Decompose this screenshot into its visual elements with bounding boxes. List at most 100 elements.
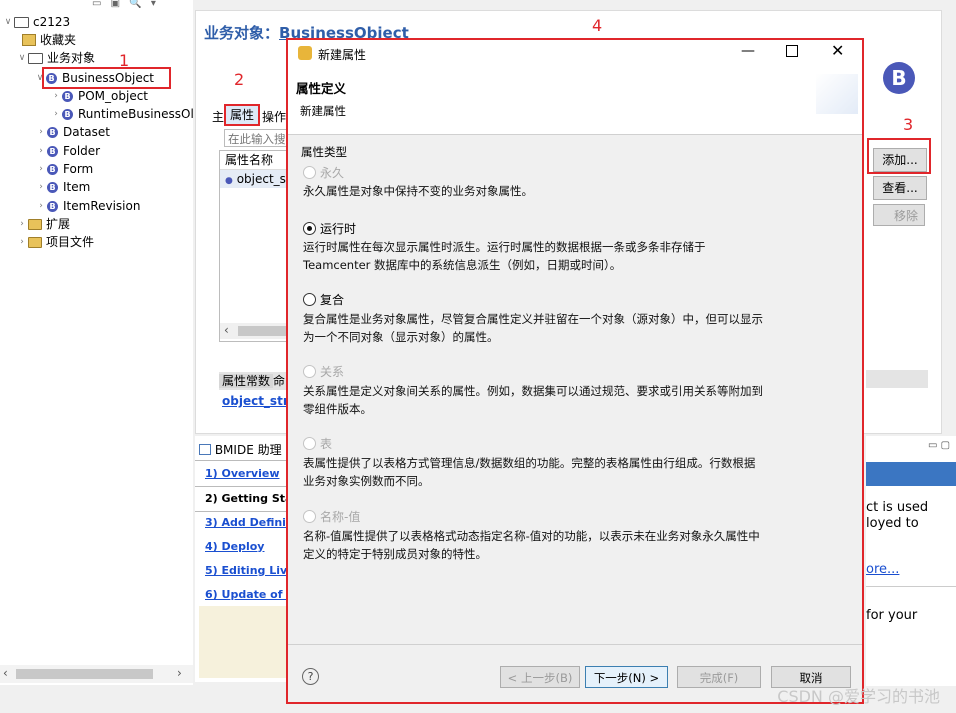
maximize-icon[interactable] — [786, 45, 798, 57]
minimize-maximize-icons[interactable]: ▭ ▢ — [928, 440, 950, 451]
folder-icon — [28, 218, 42, 230]
tree-node-pom-object[interactable]: › B POM_object — [50, 87, 148, 105]
folder-open-icon — [28, 52, 43, 64]
chevron-right-icon[interactable]: › — [35, 123, 47, 141]
option-description: 复合属性是业务对象属性，尽管复合属性定义并驻留在一个对象（源对象）中，但可以显示… — [303, 312, 763, 344]
business-object-icon: B — [47, 163, 58, 175]
tree-node-root[interactable]: ∨ c2123 — [2, 13, 70, 31]
chevron-right-icon[interactable]: › — [35, 142, 47, 160]
folder-icon — [28, 236, 42, 248]
remove-button[interactable]: 移除 — [873, 204, 925, 226]
minimize-icon[interactable]: — — [741, 43, 755, 59]
scrollbar-thumb[interactable] — [238, 326, 286, 336]
divider — [195, 460, 287, 461]
chevron-right-icon[interactable]: › — [16, 215, 28, 233]
bmide-assistant-panel: BMIDE 助理 1) Overview 2) Getting Star 3) … — [195, 436, 298, 682]
tree-node-extensions[interactable]: › 扩展 — [16, 215, 70, 233]
tree-node-label: Folder — [63, 144, 101, 158]
wizard-banner-graphic — [816, 74, 858, 114]
radio-compound[interactable]: 复合 — [303, 291, 344, 308]
radio-table[interactable]: 表 — [303, 435, 332, 452]
tree-node-label: Dataset — [63, 125, 110, 139]
chevron-right-icon[interactable]: › — [16, 233, 28, 251]
view-button[interactable]: 查看... — [873, 176, 927, 200]
help-content-banner — [866, 462, 956, 486]
add-button[interactable]: 添加... — [873, 148, 927, 172]
help-panel-footer — [199, 606, 287, 678]
help-more-link[interactable]: ore... — [866, 562, 899, 577]
subtab-next[interactable]: 命 — [273, 374, 285, 388]
tree-node-label: 扩展 — [46, 217, 71, 231]
close-icon[interactable]: ✕ — [831, 41, 844, 60]
tab-operations[interactable]: 操作 — [262, 108, 286, 125]
chevron-down-icon[interactable]: ∨ — [16, 49, 28, 67]
scroll-right-icon[interactable]: › — [177, 666, 182, 680]
tree-horizontal-scrollbar[interactable]: ‹ › — [0, 665, 193, 683]
attribute-type-group-label: 属性类型 — [301, 145, 347, 159]
tree-node-runtime-bo[interactable]: › B RuntimeBusinessOl — [50, 105, 194, 123]
tree-node-dataset[interactable]: › B Dataset — [35, 123, 110, 141]
help-link-add-definitions[interactable]: 3) Add Definiti — [205, 516, 295, 529]
radio-button[interactable] — [303, 365, 316, 378]
annotation-number-1: 1 — [119, 51, 130, 70]
tree-toolbar-icons[interactable]: ▭ ▣ 🔍 ▾ — [92, 0, 159, 9]
chevron-right-icon[interactable]: › — [35, 197, 47, 215]
finish-button[interactable]: 完成(F) — [677, 666, 761, 688]
attribute-table[interactable]: 属性名称 ● object_s ‹ — [219, 150, 289, 342]
radio-button[interactable] — [303, 166, 316, 179]
business-object-icon: B — [62, 108, 73, 120]
help-link-getting-started[interactable]: 2) Getting Star — [205, 492, 298, 505]
tree-node-label: POM_object — [78, 89, 149, 103]
help-link-editing-live[interactable]: 5) Editing Live — [205, 564, 295, 577]
subtab-bar-right — [866, 370, 928, 388]
annotation-number-2: 2 — [234, 70, 245, 89]
tab-attributes[interactable]: 属性 — [224, 104, 260, 126]
subtab-attribute-constants[interactable]: 属性常数 — [219, 374, 274, 388]
subtab-bar: 属性常数命 — [219, 372, 287, 390]
radio-relation[interactable]: 关系 — [303, 363, 344, 380]
scrollbar-thumb[interactable] — [16, 669, 153, 679]
tree-node-form[interactable]: › B Form — [35, 160, 93, 178]
business-object-icon: B — [62, 90, 73, 102]
chevron-right-icon[interactable]: › — [35, 178, 47, 196]
back-button[interactable]: < 上一步(B) — [500, 666, 580, 688]
chevron-down-icon[interactable]: ∨ — [2, 13, 14, 31]
chevron-right-icon[interactable]: › — [50, 105, 62, 123]
help-link-update[interactable]: 6) Update of B — [205, 588, 295, 601]
scroll-left-icon[interactable]: ‹ — [224, 323, 229, 337]
chevron-down-icon[interactable]: ∨ — [34, 69, 46, 87]
help-link-overview[interactable]: 1) Overview — [205, 467, 279, 480]
radio-label: 名称-值 — [320, 510, 361, 524]
option-description: 永久属性是对象中保持不变的业务对象属性。 — [303, 184, 533, 198]
next-button[interactable]: 下一步(N) > — [585, 666, 668, 688]
attribute-search-input[interactable]: 在此输入搜 — [224, 129, 287, 147]
radio-button[interactable] — [303, 437, 316, 450]
chevron-right-icon[interactable]: › — [50, 87, 62, 105]
radio-button[interactable] — [303, 222, 316, 235]
tree-node-favorites[interactable]: 收藏夹 — [22, 31, 76, 49]
tree-node-business-objects[interactable]: ∨ 业务对象 — [16, 49, 95, 67]
radio-persistent[interactable]: 永久 — [303, 164, 344, 181]
table-horizontal-scrollbar[interactable]: ‹ — [220, 323, 286, 339]
link-object-string[interactable]: object_stri — [222, 394, 287, 408]
help-link-deploy[interactable]: 4) Deploy — [205, 540, 264, 553]
radio-button[interactable] — [303, 510, 316, 523]
help-icon[interactable]: ? — [302, 668, 319, 685]
table-row[interactable]: ● object_s — [220, 170, 288, 188]
radio-runtime[interactable]: 运行时 — [303, 220, 356, 237]
tree-node-itemrevision[interactable]: › B ItemRevision — [35, 197, 140, 215]
tree-node-businessobject[interactable]: ∨ B BusinessObject — [37, 67, 171, 89]
chevron-right-icon[interactable]: › — [35, 160, 47, 178]
tree-node-item[interactable]: › B Item — [35, 178, 90, 196]
tree-node-label: Form — [63, 162, 94, 176]
radio-name-value[interactable]: 名称-值 — [303, 508, 360, 525]
tab-main[interactable]: 主 — [212, 108, 224, 125]
dialog-header: 属性定义 新建属性 — [288, 68, 862, 135]
scroll-left-icon[interactable]: ‹ — [3, 666, 8, 680]
tree-node-project-files[interactable]: › 项目文件 — [16, 233, 94, 251]
dialog-titlebar[interactable]: 新建属性 — ✕ — [288, 40, 862, 68]
tree-node-folder[interactable]: › B Folder — [35, 142, 100, 160]
column-header-attr-name[interactable]: 属性名称 — [220, 151, 288, 170]
dialog-header-subtitle: 新建属性 — [300, 104, 346, 118]
radio-button[interactable] — [303, 293, 316, 306]
